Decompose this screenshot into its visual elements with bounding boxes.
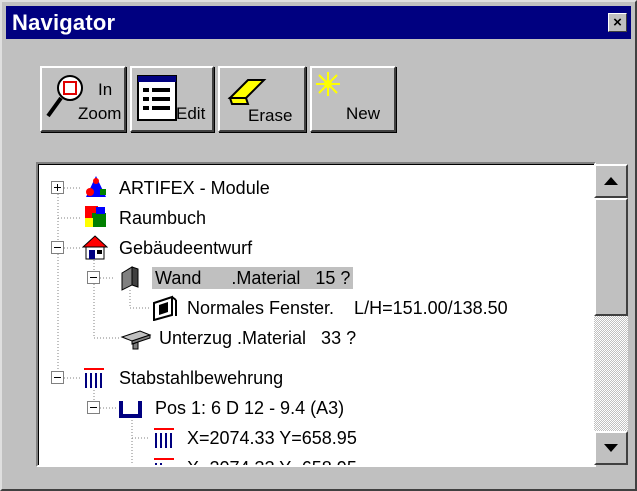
new-button[interactable]: New	[310, 66, 396, 132]
tree-item-label: ARTIFEX - Module	[119, 178, 270, 198]
tree-item-unterzug[interactable]: Unterzug .Material 33 ?	[38, 323, 594, 353]
zoom-label: Zoom	[78, 104, 122, 123]
tree-item-label: Raumbuch	[119, 208, 207, 228]
navigator-window: Navigator × In Zoom Edit Erase New ARTIF…	[0, 0, 637, 491]
scroll-down-button[interactable]	[594, 431, 628, 465]
vertical-scrollbar[interactable]	[594, 164, 628, 465]
rebar-icon	[84, 368, 104, 388]
tree-item-label: Normales Fenster. L/H=151.00/138.50	[187, 298, 508, 318]
navigator-tree[interactable]: ARTIFEX - Module Raumbuch Gebäudeentwurf	[36, 162, 596, 467]
tree-item-coordinate-partial[interactable]: X=2074.33 Y=658.95	[38, 453, 594, 465]
tree-item-label: Gebäudeentwurf	[119, 238, 253, 258]
rebar-icon	[154, 428, 174, 448]
tree-item-label: X=2074.33 Y=658.95	[184, 457, 360, 465]
eraser-icon	[227, 79, 267, 105]
tree-item-stabstahlbewehrung[interactable]: Stabstahlbewehrung	[38, 363, 594, 393]
wall-icon	[121, 266, 139, 291]
tree-item-artifex-module[interactable]: ARTIFEX - Module	[38, 173, 594, 203]
tree-item-gebaeudeentwurf[interactable]: Gebäudeentwurf	[38, 233, 594, 263]
arrow-up-icon	[604, 177, 618, 185]
bracket-icon	[119, 401, 142, 418]
scroll-thumb[interactable]	[594, 198, 628, 316]
window-icon	[153, 295, 177, 321]
arrow-down-icon	[604, 444, 618, 452]
edit-label: Edit	[176, 104, 206, 123]
tree-item-wand[interactable]: Wand .Material 15 ?	[38, 263, 594, 293]
tree-item-label: Stabstahlbewehrung	[119, 368, 284, 388]
new-label: New	[346, 104, 381, 123]
raumbuch-blocks-icon	[85, 206, 106, 227]
tree-item-label: X=2074.33 Y=658.95	[187, 428, 357, 448]
artifex-module-icon	[86, 176, 106, 197]
title-bar[interactable]: Navigator ×	[6, 6, 631, 39]
zoom-in-button[interactable]: In Zoom	[40, 66, 126, 132]
list-document-icon	[137, 75, 177, 121]
erase-button[interactable]: Erase	[218, 66, 306, 132]
tree-item-label-selected: Wand .Material 15 ?	[152, 267, 354, 289]
tree-item-label: Unterzug .Material 33 ?	[159, 328, 357, 348]
tree-item-raumbuch[interactable]: Raumbuch	[38, 203, 594, 233]
house-icon	[82, 235, 108, 260]
tree-item-normales-fenster[interactable]: Normales Fenster. L/H=151.00/138.50	[38, 293, 594, 323]
rebar-icon	[154, 458, 174, 465]
tree-item-pos1[interactable]: Pos 1: 6 D 12 - 9.4 (A3)	[38, 393, 594, 423]
beam-icon	[120, 330, 152, 350]
close-button[interactable]: ×	[608, 13, 627, 32]
tree-item-coordinate[interactable]: X=2074.33 Y=658.95	[38, 423, 594, 453]
window-title: Navigator	[12, 10, 116, 35]
zoom-in-label: In	[98, 80, 113, 99]
scroll-up-button[interactable]	[594, 164, 628, 198]
tree-item-label: Pos 1: 6 D 12 - 9.4 (A3)	[155, 398, 345, 418]
erase-label: Erase	[248, 106, 293, 125]
edit-button[interactable]: Edit	[130, 66, 214, 132]
